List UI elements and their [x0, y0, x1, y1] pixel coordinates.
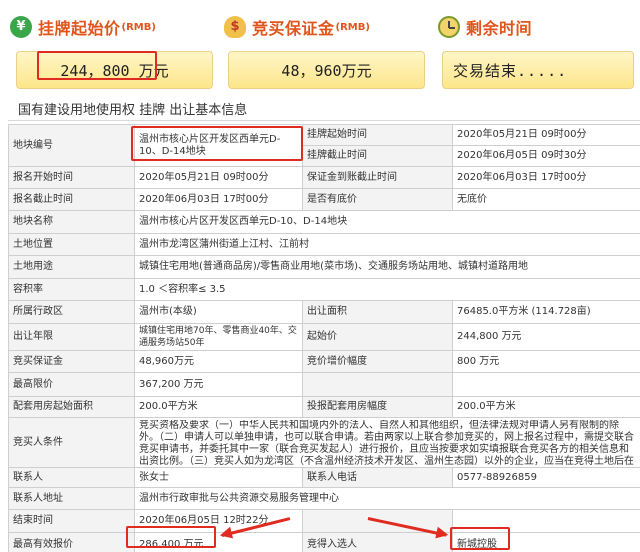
empty-cell	[302, 372, 453, 397]
area-value: 76485.0平方米 (114.728亩)	[452, 300, 640, 324]
parcel-name-value: 温州市核心片区开发区西单元D-10、D-14地块	[134, 210, 640, 234]
table-row: 土地位置 温州市龙湾区蒲州街道上江村、江前村	[8, 233, 640, 256]
end-time-key: 结束时间	[8, 509, 135, 533]
start-price-header: 挂牌起始价 (RMB)	[10, 14, 156, 40]
start-price-label: 挂牌起始价	[38, 19, 121, 38]
reserve-price-key: 是否有底价	[302, 188, 453, 211]
parcel-name-key: 地块名称	[8, 210, 135, 234]
table-row: 竞买保证金 48,960万元 竞价增价幅度 800 万元	[8, 350, 640, 373]
land-use-key: 土地用途	[8, 255, 135, 279]
summary-strip: 挂牌起始价 (RMB) 244，800 万元 竞买保证金 (RMB) 48，96…	[0, 0, 640, 92]
winner-key: 竞得入选人	[302, 532, 453, 552]
facility-area-value: 200.0平方米	[134, 396, 303, 418]
phone-key: 联系人电话	[302, 467, 453, 488]
increment-key: 竞价增价幅度	[302, 350, 453, 373]
deposit-unit: (RMB)	[335, 21, 370, 33]
deposit-deadline-key: 保证金到账截止时间	[302, 166, 453, 189]
land-use-value: 城镇住宅用地(普通商品房)/零售商业用地(菜市场)、交通服务场站用地、城镇村道路…	[134, 255, 640, 279]
table-row: 所属行政区 温州市(本级) 出让面积 76485.0平方米 (114.728亩)	[8, 300, 640, 324]
facility-area-key: 配套用房起始面积	[8, 396, 135, 418]
deposit-key: 竞买保证金	[8, 350, 135, 373]
listing-end-value: 2020年06月05日 09时30分	[452, 145, 640, 167]
reg-end-key: 报名截止时间	[8, 188, 135, 211]
area-key: 出让面积	[302, 300, 453, 324]
bidder-conditions-value: 竞买资格及要求（一）中华人民共和国境内外的法人、自然人和其他组织，但法律法规对申…	[139, 419, 634, 466]
table-row: 报名截止时间 2020年06月03日 17时00分 是否有底价 无底价	[8, 188, 640, 211]
table-row: 出让年限 城镇住宅用地70年、零售商业40年、交通服务场站50年 起始价 244…	[8, 323, 640, 351]
land-info-table: 地块编号 温州市核心片区开发区西单元D-10、D-14地块 挂牌起始时间 202…	[8, 124, 640, 552]
table-row: 结束时间 2020年06月05日 12时22分	[8, 509, 640, 533]
increment-value: 800 万元	[452, 350, 640, 373]
location-key: 土地位置	[8, 233, 135, 256]
top-bid-key: 最高有效报价	[8, 532, 135, 552]
parcel-no-value: 温州市核心片区开发区西单元D-10、D-14地块	[134, 124, 303, 167]
facility-step-key: 投报配套用房幅度	[302, 396, 453, 418]
section-title: 国有建设用地使用权 挂牌 出让基本信息	[18, 103, 248, 118]
remaining-time-stat: 剩余时间 交易结束.....	[438, 8, 640, 90]
table-row: 竞买人条件 竞买资格及要求（一）中华人民共和国境内外的法人、自然人和其他组织，但…	[8, 417, 640, 468]
reg-end-value: 2020年06月03日 17时00分	[134, 188, 303, 211]
bidder-conditions-key: 竞买人条件	[8, 417, 135, 468]
empty-cell	[452, 372, 640, 397]
deposit-value: 48，960万元	[228, 51, 425, 89]
term-value: 城镇住宅用地70年、零售商业40年、交通服务场站50年	[134, 323, 303, 351]
table-row: 土地用途 城镇住宅用地(普通商品房)/零售商业用地(菜市场)、交通服务场站用地、…	[8, 255, 640, 279]
section-divider	[8, 120, 640, 121]
table-row: 最高有效报价 286,400 万元 竞得入选人 新城控股	[8, 532, 640, 552]
empty-cell	[452, 509, 640, 533]
table-row: 地块编号 温州市核心片区开发区西单元D-10、D-14地块 挂牌起始时间 202…	[8, 124, 640, 167]
address-value: 温州市行政审批与公共资源交易服务管理中心	[134, 487, 640, 510]
deposit-deadline-value: 2020年06月03日 17时00分	[452, 166, 640, 189]
max-price-key: 最高限价	[8, 372, 135, 397]
start-price-unit: (RMB)	[121, 21, 156, 33]
table-row: 地块名称 温州市核心片区开发区西单元D-10、D-14地块	[8, 210, 640, 234]
table-row: 联系人地址 温州市行政审批与公共资源交易服务管理中心	[8, 487, 640, 510]
table-row: 报名开始时间 2020年05月21日 09时00分 保证金到账截止时间 2020…	[8, 166, 640, 189]
remaining-time-label: 剩余时间	[466, 19, 533, 38]
reg-start-value: 2020年05月21日 09时00分	[134, 166, 303, 189]
winner-value: 新城控股	[452, 532, 640, 552]
contact-value: 张女士	[134, 467, 303, 488]
price-icon	[10, 16, 32, 38]
start-price-cell: 244,800 万元	[452, 323, 640, 351]
remaining-time-value: 交易结束.....	[442, 51, 634, 89]
district-key: 所属行政区	[8, 300, 135, 324]
table-row: 容积率 1.0 ＜容积率≤ 3.5	[8, 278, 640, 301]
deposit-stat: 竞买保证金 (RMB) 48，960万元	[224, 8, 429, 90]
bidder-conditions-cell: 竞买资格及要求（一）中华人民共和国境内外的法人、自然人和其他组织，但法律法规对申…	[134, 417, 640, 468]
listing-start-key: 挂牌起始时间	[302, 124, 453, 146]
far-key: 容积率	[8, 278, 135, 301]
table-row: 配套用房起始面积 200.0平方米 投报配套用房幅度 200.0平方米	[8, 396, 640, 418]
reserve-price-value: 无底价	[452, 188, 640, 211]
start-price-key: 起始价	[302, 323, 453, 351]
table-row: 最高限价 367,200 万元	[8, 372, 640, 397]
start-price-value: 244，800 万元	[16, 51, 213, 89]
remaining-time-header: 剩余时间	[438, 14, 532, 40]
deposit-header: 竞买保证金 (RMB)	[224, 14, 370, 40]
far-value: 1.0 ＜容积率≤ 3.5	[134, 278, 640, 301]
table-row: 联系人 张女士 联系人电话 0577-88926859	[8, 467, 640, 488]
top-bid-value: 286,400 万元	[134, 532, 303, 552]
reg-start-key: 报名开始时间	[8, 166, 135, 189]
start-price-stat: 挂牌起始价 (RMB) 244，800 万元	[10, 8, 215, 90]
deposit-label: 竞买保证金	[252, 19, 335, 38]
facility-step-value: 200.0平方米	[452, 396, 640, 418]
max-price-value: 367,200 万元	[134, 372, 303, 397]
parcel-no-key: 地块编号	[8, 124, 135, 167]
term-key: 出让年限	[8, 323, 135, 351]
listing-start-value: 2020年05月21日 09时00分	[452, 124, 640, 146]
listing-end-key: 挂牌截止时间	[302, 145, 453, 167]
contact-key: 联系人	[8, 467, 135, 488]
location-value: 温州市龙湾区蒲州街道上江村、江前村	[134, 233, 640, 256]
district-value: 温州市(本级)	[134, 300, 303, 324]
phone-value: 0577-88926859	[452, 467, 640, 488]
clock-icon	[438, 16, 460, 38]
address-key: 联系人地址	[8, 487, 135, 510]
money-bag-icon	[224, 16, 246, 38]
deposit-cell: 48,960万元	[134, 350, 303, 373]
